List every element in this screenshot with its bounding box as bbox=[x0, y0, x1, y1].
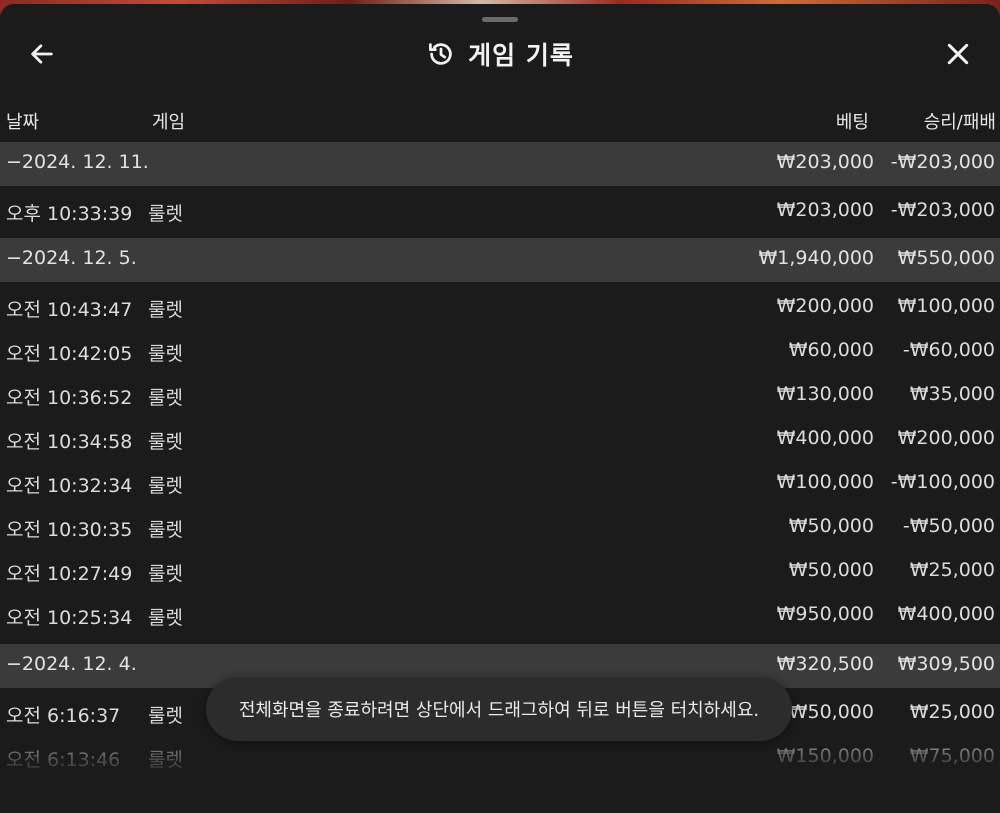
row-game: 룰렛 bbox=[148, 749, 183, 771]
group-result-total: ₩550,000 bbox=[897, 247, 995, 269]
history-row[interactable]: 오전 10:36:52 룰렛 ₩130,000 ₩35,000 bbox=[0, 374, 1000, 418]
row-bet: ₩100,000 bbox=[776, 471, 874, 493]
row-result: ₩25,000 bbox=[909, 701, 995, 723]
history-row[interactable]: 오전 10:43:47 룰렛 ₩200,000 ₩100,000 bbox=[0, 286, 1000, 330]
row-game: 룰렛 bbox=[148, 387, 183, 409]
row-result: ₩200,000 bbox=[897, 427, 995, 449]
column-header-win-loss: 승리/패배 bbox=[923, 112, 996, 133]
row-time: 오전 10:34:58 bbox=[6, 431, 133, 453]
history-row[interactable]: 오후 10:33:39 룰렛 ₩203,000 -₩203,000 bbox=[0, 186, 1000, 238]
row-result: -₩50,000 bbox=[902, 515, 995, 537]
row-result: ₩75,000 bbox=[909, 745, 995, 767]
row-time: 오전 10:25:34 bbox=[6, 607, 133, 629]
title-wrap: 게임 기록 bbox=[0, 36, 1000, 72]
row-bet: ₩950,000 bbox=[776, 603, 874, 625]
row-time: 오후 10:33:39 bbox=[6, 203, 133, 225]
row-result: -₩60,000 bbox=[902, 339, 995, 361]
toast-message: 전체화면을 종료하려면 상단에서 드래그하여 뒤로 버튼을 터치하세요. bbox=[238, 700, 760, 721]
row-time: 오전 10:43:47 bbox=[6, 299, 133, 321]
row-bet: ₩150,000 bbox=[776, 745, 874, 767]
close-button[interactable] bbox=[940, 36, 976, 72]
group-bet-total: ₩1,940,000 bbox=[758, 247, 874, 269]
row-time: 오전 10:36:52 bbox=[6, 387, 133, 409]
row-bet: ₩400,000 bbox=[776, 427, 874, 449]
row-game: 룰렛 bbox=[148, 343, 183, 365]
group-bet-total: ₩203,000 bbox=[776, 151, 874, 173]
row-result: ₩25,000 bbox=[909, 559, 995, 581]
row-bet: ₩130,000 bbox=[776, 383, 874, 405]
group-date: −2024. 12. 11. bbox=[6, 151, 149, 173]
row-result: -₩100,000 bbox=[890, 471, 995, 493]
history-row[interactable]: 오전 6:13:46 룰렛 ₩150,000 ₩75,000 bbox=[0, 736, 1000, 780]
history-row[interactable]: 오전 10:42:05 룰렛 ₩60,000 -₩60,000 bbox=[0, 330, 1000, 374]
row-bet: ₩60,000 bbox=[788, 339, 874, 361]
date-group-row[interactable]: −2024. 12. 5. ₩1,940,000 ₩550,000 bbox=[0, 238, 1000, 282]
group-bet-total: ₩320,500 bbox=[776, 653, 874, 675]
row-game: 룰렛 bbox=[148, 563, 183, 585]
history-row[interactable]: 오전 10:34:58 룰렛 ₩400,000 ₩200,000 bbox=[0, 418, 1000, 462]
row-game: 룰렛 bbox=[148, 203, 183, 225]
row-time: 오전 10:32:34 bbox=[6, 475, 133, 497]
row-bet: ₩200,000 bbox=[776, 295, 874, 317]
group-result-total: ₩309,500 bbox=[897, 653, 995, 675]
row-result: -₩203,000 bbox=[890, 199, 995, 221]
history-row[interactable]: 오전 10:30:35 룰렛 ₩50,000 -₩50,000 bbox=[0, 506, 1000, 550]
row-result: ₩100,000 bbox=[897, 295, 995, 317]
history-row[interactable]: 오전 10:25:34 룰렛 ₩950,000 ₩400,000 bbox=[0, 594, 1000, 638]
row-result: ₩35,000 bbox=[909, 383, 995, 405]
row-bet: ₩50,000 bbox=[788, 559, 874, 581]
group-date: −2024. 12. 4. bbox=[6, 653, 137, 675]
row-time: 오전 6:13:46 bbox=[6, 749, 121, 771]
row-bet: ₩50,000 bbox=[788, 515, 874, 537]
column-header-date: 날짜 bbox=[6, 112, 40, 133]
fullscreen-toast: 전체화면을 종료하려면 상단에서 드래그하여 뒤로 버튼을 터치하세요. bbox=[206, 677, 792, 741]
column-header-bet: 베팅 bbox=[835, 112, 869, 133]
history-icon bbox=[429, 43, 452, 65]
row-time: 오전 10:27:49 bbox=[6, 563, 133, 585]
row-time: 오전 10:42:05 bbox=[6, 343, 133, 365]
drag-handle[interactable] bbox=[482, 17, 518, 22]
row-time: 오전 10:30:35 bbox=[6, 519, 133, 541]
group-date: −2024. 12. 5. bbox=[6, 247, 137, 269]
page-title: 게임 기록 bbox=[468, 41, 574, 70]
header: 게임 기록 bbox=[0, 26, 1000, 82]
group-result-total: -₩203,000 bbox=[890, 151, 995, 173]
row-game: 룰렛 bbox=[148, 607, 183, 629]
column-header-game: 게임 bbox=[152, 112, 186, 133]
row-game: 룰렛 bbox=[148, 705, 183, 727]
row-bet: ₩203,000 bbox=[776, 199, 874, 221]
row-time: 오전 6:16:37 bbox=[6, 705, 121, 727]
row-bet: ₩50,000 bbox=[788, 701, 874, 723]
history-row[interactable]: 오전 10:27:49 룰렛 ₩50,000 ₩25,000 bbox=[0, 550, 1000, 594]
row-game: 룰렛 bbox=[148, 475, 183, 497]
row-game: 룰렛 bbox=[148, 519, 183, 541]
close-icon bbox=[947, 43, 969, 65]
history-row[interactable]: 오전 10:32:34 룰렛 ₩100,000 -₩100,000 bbox=[0, 462, 1000, 506]
column-headers: 날짜 게임 베팅 승리/패배 bbox=[0, 100, 1000, 140]
date-group-row[interactable]: −2024. 12. 11. ₩203,000 -₩203,000 bbox=[0, 142, 1000, 186]
row-game: 룰렛 bbox=[148, 431, 183, 453]
row-result: ₩400,000 bbox=[897, 603, 995, 625]
row-game: 룰렛 bbox=[148, 299, 183, 321]
